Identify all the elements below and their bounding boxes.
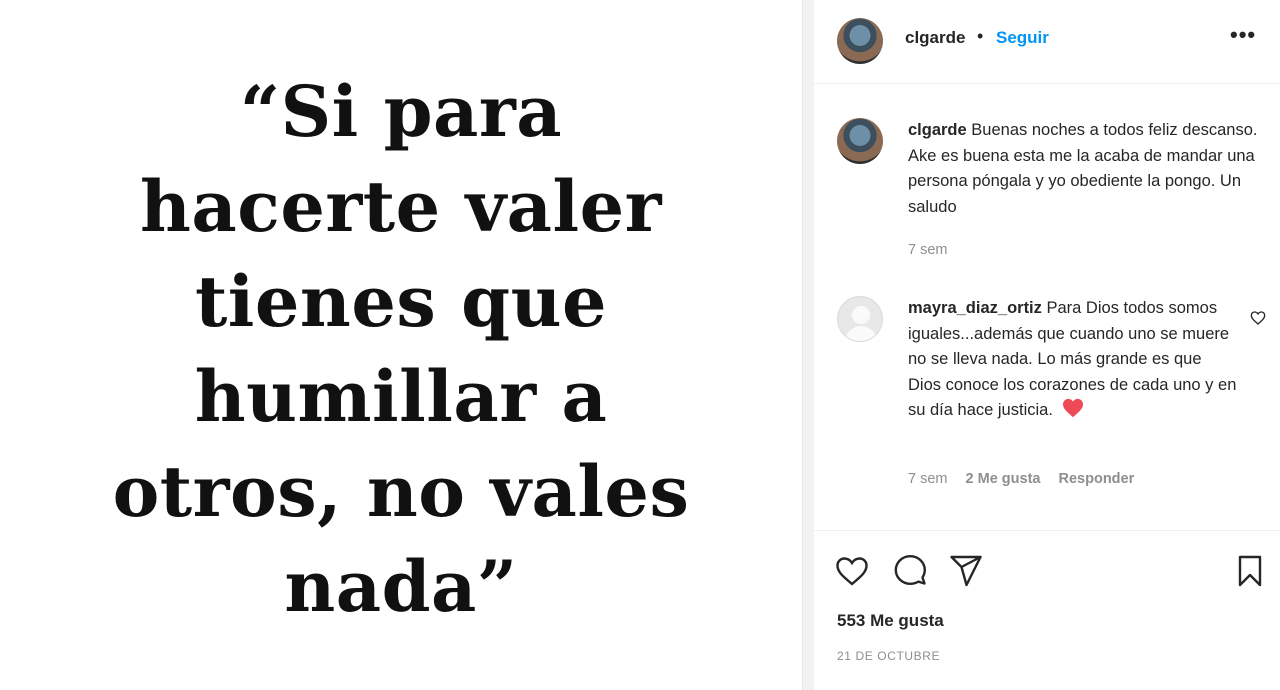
post-date[interactable]: 21 DE OCTUBRE bbox=[837, 649, 940, 663]
quote-line: hacerte valer bbox=[139, 165, 663, 248]
post-sidebar: clgarde • Seguir ••• clgarde Buenas noch… bbox=[814, 0, 1280, 690]
send-icon[interactable] bbox=[948, 553, 984, 589]
red-heart-emoji-icon bbox=[1062, 398, 1083, 418]
header-username[interactable]: clgarde bbox=[905, 28, 965, 48]
comment-item: mayra_diaz_ortiz Para Dios todos somos i… bbox=[814, 296, 1280, 496]
caption: clgarde Buenas noches a todos feliz desc… bbox=[814, 118, 1280, 268]
actions-bar: 553 Me gusta 21 DE OCTUBRE bbox=[814, 530, 1280, 690]
comment-icon[interactable] bbox=[892, 553, 928, 589]
like-comment-heart-icon[interactable] bbox=[1250, 310, 1266, 326]
avatar[interactable] bbox=[837, 118, 883, 164]
quote-line: otros, no vales bbox=[112, 450, 690, 533]
likes-count[interactable]: 553 Me gusta bbox=[837, 611, 944, 631]
bookmark-icon[interactable] bbox=[1232, 553, 1268, 589]
reply-button[interactable]: Responder bbox=[1059, 471, 1135, 487]
comment-likes[interactable]: 2 Me gusta bbox=[966, 471, 1041, 487]
caption-username[interactable]: clgarde bbox=[908, 121, 967, 139]
separator-dot: • bbox=[977, 26, 984, 46]
comment-username[interactable]: mayra_diaz_ortiz bbox=[908, 299, 1042, 317]
comment-meta: 7 sem 2 Me gusta Responder bbox=[908, 471, 1134, 487]
quote-line: humillar a bbox=[194, 355, 608, 438]
quote-line: “Si para bbox=[239, 70, 563, 153]
heart-icon[interactable] bbox=[834, 553, 870, 589]
caption-body: clgarde Buenas noches a todos feliz desc… bbox=[908, 118, 1268, 220]
post-header: clgarde • Seguir ••• bbox=[814, 0, 1280, 84]
quote-line: tienes que bbox=[194, 260, 608, 343]
quote-text: “Si para hacerte valer tienes que humill… bbox=[21, 64, 781, 634]
comment-body: mayra_diaz_ortiz Para Dios todos somos i… bbox=[908, 296, 1238, 424]
more-options-icon[interactable]: ••• bbox=[1230, 22, 1256, 48]
follow-button[interactable]: Seguir bbox=[996, 28, 1049, 48]
post-image[interactable]: “Si para hacerte valer tienes que humill… bbox=[0, 0, 802, 690]
comment-time[interactable]: 7 sem bbox=[908, 471, 948, 487]
avatar[interactable] bbox=[837, 18, 883, 64]
caption-time[interactable]: 7 sem bbox=[908, 242, 948, 258]
quote-line: nada” bbox=[284, 545, 518, 628]
avatar[interactable] bbox=[837, 296, 883, 342]
pane-divider bbox=[802, 0, 814, 690]
